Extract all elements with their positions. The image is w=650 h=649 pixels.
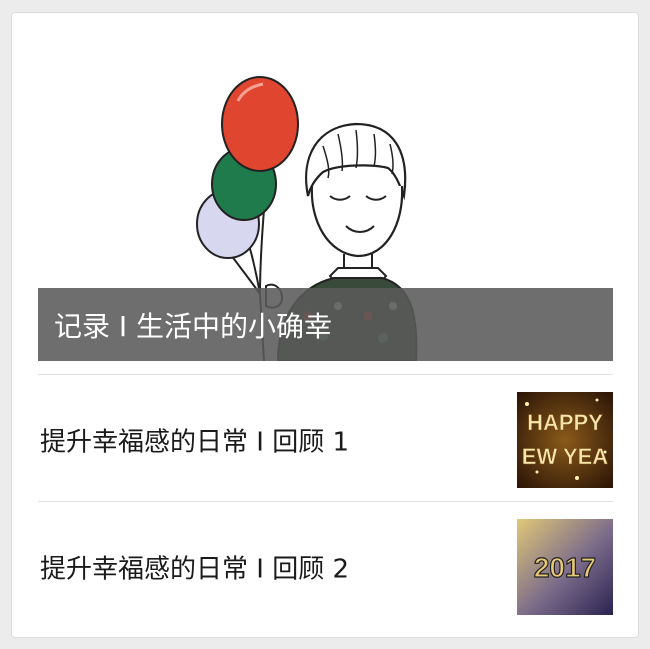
divider (38, 501, 613, 502)
message-card: 记录 I 生活中的小确幸 提升幸福感的日常 I 回顾 1 HAPPY EW YE… (11, 12, 639, 638)
thumb-text-year: 2017 (534, 552, 596, 583)
happy-new-year-thumbnail: HAPPY EW YEA (517, 392, 613, 488)
article-title: 提升幸福感的日常 I 回顾 1 (40, 427, 350, 458)
divider (38, 374, 613, 375)
article-item-1[interactable]: 提升幸福感的日常 I 回顾 1 HAPPY EW YEA (38, 379, 613, 501)
year-2017-thumbnail: 2017 (517, 519, 613, 615)
thumb-text-line-1: HAPPY (527, 410, 603, 435)
thumb-text-line-2: EW YEA (522, 444, 609, 469)
article-title: 提升幸福感的日常 I 回顾 2 (40, 554, 350, 585)
cover-title: 记录 I 生活中的小确幸 (54, 309, 333, 343)
cover-caption: 记录 I 生活中的小确幸 (38, 288, 613, 361)
article-item-2[interactable]: 提升幸福感的日常 I 回顾 2 2017 (38, 506, 613, 628)
cover-article[interactable]: 记录 I 生活中的小确幸 (38, 46, 613, 361)
